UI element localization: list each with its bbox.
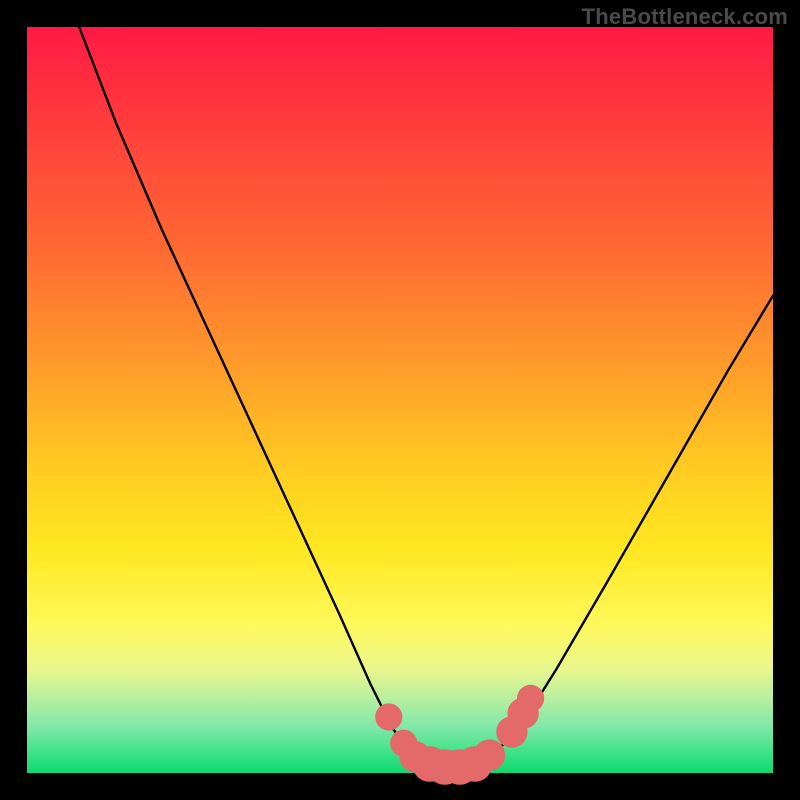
curve-marker (474, 739, 505, 770)
chart-frame: TheBottleneck.com (0, 0, 800, 800)
marker-group (375, 685, 544, 785)
curve-marker (517, 685, 544, 712)
bottleneck-curve (79, 27, 773, 773)
curve-layer (27, 27, 773, 773)
plot-area (27, 27, 773, 773)
curve-marker (375, 703, 402, 730)
watermark-text: TheBottleneck.com (582, 4, 788, 30)
